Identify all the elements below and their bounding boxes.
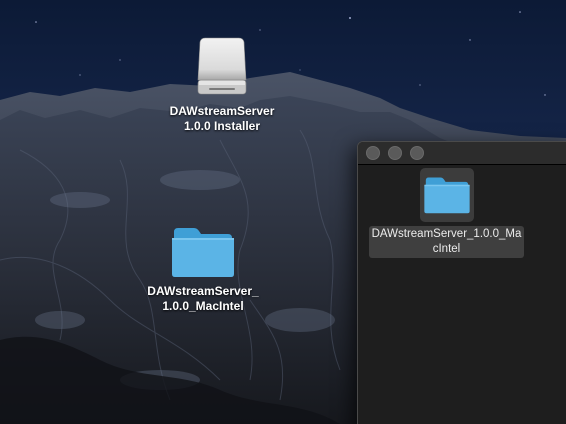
window-titlebar[interactable] [358,142,566,165]
folder-icon [423,177,470,214]
zoom-button[interactable] [410,146,424,160]
folder-icon [172,228,234,277]
finder-item-label-line2: cIntel [432,243,461,255]
folder-label-line2: 1.0.0_MacIntel [162,299,244,313]
installer-label-line2: 1.0.0 Installer [183,119,261,133]
close-button[interactable] [366,146,380,160]
selection-highlight [419,168,474,222]
desktop-icon-installer[interactable]: DAWstreamServer 1.0.0 Installer [160,36,284,134]
installer-label-line1: DAWstreamServer [169,104,275,118]
finder-item-label: DAWstreamServer_1.0.0_Ma cIntel [368,226,525,258]
desktop-icon-folder[interactable]: DAWstreamServer_ 1.0.0_MacIntel [140,226,266,314]
desktop[interactable]: DAWstreamServer 1.0.0 Installer DAWstrea… [0,0,566,424]
folder-label: DAWstreamServer_ 1.0.0_MacIntel [147,284,258,314]
minimize-button[interactable] [388,146,402,160]
installer-label: DAWstreamServer 1.0.0 Installer [170,104,275,134]
finder-item-label-line1: DAWstreamServer_1.0.0_Ma [371,228,522,240]
folder-label-line1: DAWstreamServer_ [147,284,259,298]
disk-image-icon [197,37,247,95]
finder-item-folder[interactable]: DAWstreamServer_1.0.0_Ma cIntel [364,168,529,258]
finder-window[interactable]: DAWstreamServer_1.0.0_Ma cIntel [357,141,566,424]
